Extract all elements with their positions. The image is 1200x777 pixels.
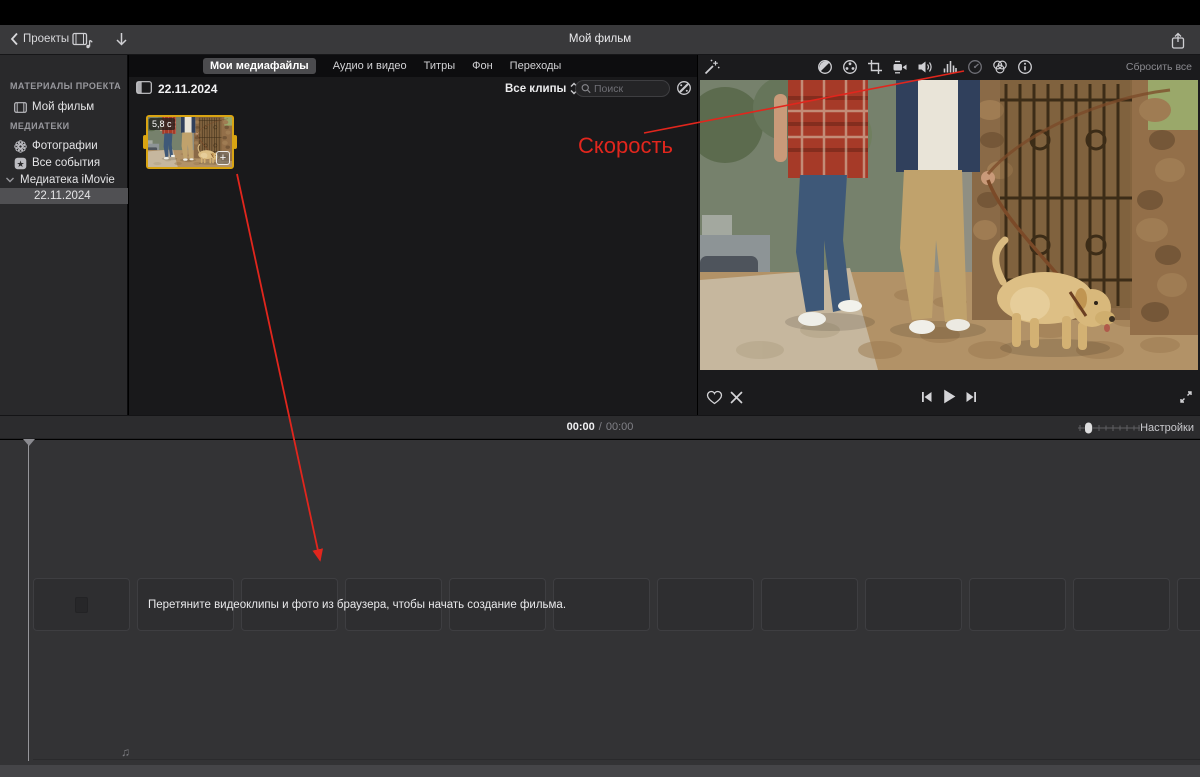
speed-icon[interactable] xyxy=(967,59,983,75)
event-date-header: 22.11.2024 xyxy=(158,82,217,96)
play-icon[interactable] xyxy=(941,388,958,405)
timeline-zoom-slider[interactable] xyxy=(1078,422,1140,434)
settings-button[interactable]: Настройки xyxy=(1140,422,1194,434)
enhance-wand-icon[interactable] xyxy=(703,59,720,76)
add-to-timeline-button[interactable]: + xyxy=(216,151,230,165)
tab-audio-video[interactable]: Аудио и видео xyxy=(333,60,407,72)
color-correction-icon[interactable] xyxy=(842,59,858,75)
bottom-strip xyxy=(0,765,1200,777)
tab-my-media[interactable]: Мои медиафайлы xyxy=(203,58,316,74)
media-browser-panel: Мои медиафайлы Аудио и видео Титры Фон П… xyxy=(129,55,697,415)
sidebar-item-event-date[interactable]: 22.11.2024 xyxy=(0,188,128,204)
timeline-placeholder-slot xyxy=(969,578,1066,631)
sidebar-item-my-movie[interactable]: Мой фильм xyxy=(0,99,128,115)
timeline-placeholder-slot xyxy=(1177,578,1200,631)
timeline-area[interactable]: Перетяните видеоклипы и фото из браузера… xyxy=(0,440,1200,765)
title-bar: Проекты Мой фильм xyxy=(0,25,1200,55)
share-icon[interactable] xyxy=(1170,32,1186,50)
all-events-star-icon: ★ xyxy=(14,157,27,170)
search-icon xyxy=(581,83,591,94)
timeline-header: 00:00 / 00:00 Настройки xyxy=(0,415,1200,439)
timeline-placeholder-text: Перетяните видеоклипы и фото из браузера… xyxy=(148,599,566,611)
sidebar-item-all-events[interactable]: ★ Все события xyxy=(0,155,128,171)
tab-titles[interactable]: Титры xyxy=(424,60,455,72)
search-input[interactable] xyxy=(594,83,664,95)
clip-duration-badge: 5,8 с xyxy=(149,118,175,130)
tab-transitions[interactable]: Переходы xyxy=(510,60,562,72)
video-preview[interactable] xyxy=(700,80,1198,370)
volume-icon[interactable] xyxy=(917,59,933,75)
viewer-panel: Сбросить все xyxy=(698,55,1200,415)
playback-controls xyxy=(698,385,1200,411)
media-tabs: Мои медиафайлы Аудио и видео Титры Фон П… xyxy=(129,55,697,77)
time-separator: / xyxy=(599,421,602,433)
timeline-placeholder-slot xyxy=(761,578,858,631)
music-note-icon: ♫ xyxy=(121,745,130,759)
chevron-down-icon xyxy=(5,176,15,184)
reject-x-icon[interactable] xyxy=(729,390,744,405)
color-balance-icon[interactable] xyxy=(817,59,833,75)
sidebar-label: 22.11.2024 xyxy=(34,190,91,202)
info-icon[interactable] xyxy=(1017,59,1033,75)
timeline-placeholder-slot xyxy=(553,578,650,631)
search-field[interactable] xyxy=(575,80,670,97)
project-title: Мой фильм xyxy=(0,33,1200,45)
current-time: 00:00 xyxy=(567,421,595,433)
sidebar-item-imovie-library[interactable]: Медиатека iMovie xyxy=(0,172,128,188)
tab-background[interactable]: Фон xyxy=(472,60,493,72)
fullscreen-icon[interactable] xyxy=(1179,390,1193,404)
imovie-window: Проекты Мой фильм МАТЕРИАЛЫ ПРОЕКТА xyxy=(0,0,1200,777)
clip-filters-icon[interactable] xyxy=(992,59,1008,75)
clip-appearance-icon[interactable] xyxy=(676,80,692,96)
sidebar-item-photos[interactable]: Фотографии xyxy=(0,138,128,154)
reset-all-button[interactable]: Сбросить все xyxy=(1126,61,1192,73)
video-clip-thumbnail[interactable]: 5,8 с + xyxy=(146,115,234,169)
crop-icon[interactable] xyxy=(867,59,883,75)
zoom-slider-thumb[interactable] xyxy=(1085,423,1092,434)
section-media-libraries: МЕДИАТЕКИ xyxy=(10,121,70,131)
viewer-toolbar: Сбросить все xyxy=(698,55,1200,80)
playhead-marker[interactable] xyxy=(23,439,35,446)
film-icon xyxy=(14,102,27,113)
favorite-heart-icon[interactable] xyxy=(706,390,723,405)
photos-flower-icon xyxy=(14,140,27,153)
sidebar-label: Медиатека iMovie xyxy=(20,174,115,186)
sidebar-label: Фотографии xyxy=(32,140,98,152)
total-time: 00:00 xyxy=(606,421,634,433)
timeline-placeholder-slot xyxy=(657,578,754,631)
playhead-line xyxy=(28,445,29,761)
sidebar-toggle-icon[interactable] xyxy=(136,81,152,94)
stabilization-icon[interactable] xyxy=(892,59,908,75)
clip-placeholder-icon xyxy=(75,597,88,613)
time-display: 00:00 / 00:00 xyxy=(567,421,634,433)
sidebar-label: Мой фильм xyxy=(32,101,94,113)
timeline-placeholder-slot xyxy=(1073,578,1170,631)
clips-filter-dropdown[interactable]: Все клипы xyxy=(505,82,578,95)
skip-back-icon[interactable] xyxy=(920,390,934,404)
timeline-placeholder-slot xyxy=(865,578,962,631)
sidebar: МАТЕРИАЛЫ ПРОЕКТА Мой фильм МЕДИАТЕКИ Фо… xyxy=(0,55,128,415)
sidebar-label: Все события xyxy=(32,157,100,169)
timeline-placeholder-slot xyxy=(33,578,130,631)
svg-text:★: ★ xyxy=(16,158,24,168)
section-project-materials: МАТЕРИАЛЫ ПРОЕКТА xyxy=(10,81,121,91)
noise-eq-icon[interactable] xyxy=(942,59,958,75)
audio-lane-divider xyxy=(33,759,1200,760)
clips-filter-label: Все клипы xyxy=(505,83,566,95)
browser-header-row: 22.11.2024 Все клипы xyxy=(129,77,697,100)
skip-forward-icon[interactable] xyxy=(965,390,979,404)
